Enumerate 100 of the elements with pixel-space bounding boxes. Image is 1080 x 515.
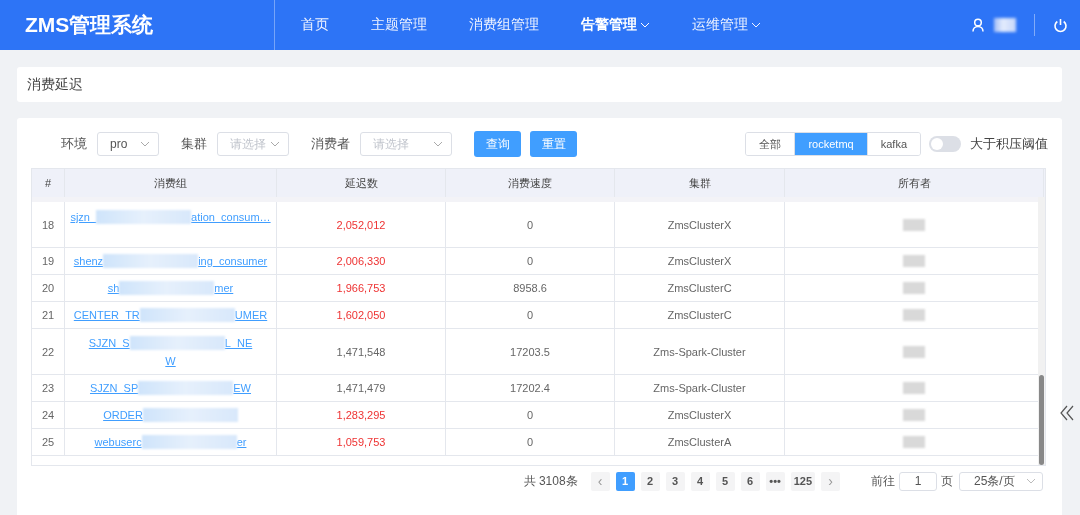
consumer-group-link[interactable]: mer [214, 282, 234, 294]
scrollbar[interactable] [1038, 197, 1045, 465]
filter-label: 集群 [181, 135, 207, 153]
redacted-owner [903, 282, 925, 294]
consumer-group-link[interactable]: shenz [73, 255, 104, 267]
page-button[interactable]: 6 [740, 471, 760, 491]
redacted-owner [903, 218, 925, 231]
page-title: 消费延迟 [27, 75, 83, 94]
prev-page-button[interactable]: ‹ [590, 471, 610, 491]
consume-speed: 0 [526, 255, 534, 267]
chevron-down-icon [640, 22, 650, 28]
consumer-group-link[interactable]: SJZN_S [88, 337, 130, 349]
action-button[interactable]: 重置 [530, 131, 577, 157]
consumer-group-link[interactable]: EW [233, 382, 251, 394]
consume-speed: 0 [526, 409, 534, 421]
cluster-name: ZmsClusterC [667, 309, 732, 321]
redacted-owner [903, 409, 925, 421]
consumer-group-link[interactable]: sjzn_ [70, 211, 97, 223]
nav-item[interactable]: 运维管理 [692, 16, 761, 34]
goto-label: 前往 [871, 472, 895, 490]
row-index: 23 [41, 382, 55, 394]
consumer-group-link[interactable]: er [236, 436, 247, 448]
page-button[interactable]: 2 [640, 471, 660, 491]
select-field[interactable]: 请选择 [360, 132, 452, 156]
toggle-switch[interactable] [929, 136, 961, 152]
redacted-owner [903, 382, 925, 394]
segment-tab[interactable]: rocketmq [794, 133, 867, 155]
consumer-group-link[interactable]: ation_consum… [191, 211, 271, 223]
row-index: 21 [41, 309, 55, 321]
consumer-group-link[interactable]: ORDER [103, 409, 143, 421]
consume-speed: 17202.4 [510, 382, 550, 394]
lag-count: 1,471,479 [336, 382, 386, 394]
switch-label: 大于积压阈值 [970, 135, 1048, 153]
select-field[interactable]: pro [97, 132, 159, 156]
consume-speed: 17203.5 [510, 345, 550, 358]
page-input[interactable]: 1 [899, 471, 937, 491]
nav-item[interactable]: 消费组管理 [469, 16, 539, 34]
page-button[interactable]: 5 [715, 471, 735, 491]
consumer-group-link[interactable]: CENTER_TR [73, 309, 140, 321]
row-index: 24 [41, 409, 55, 421]
chevron-down-icon [751, 22, 761, 28]
page-unit-label: 页 [941, 472, 953, 490]
consumer-group-link[interactable]: W [165, 355, 176, 367]
power-icon[interactable] [1053, 17, 1068, 33]
consumer-group-link[interactable]: ing_consumer [198, 255, 268, 267]
page-button[interactable]: 3 [665, 471, 685, 491]
column-header: 集群 [688, 175, 711, 191]
page-button[interactable]: 1 [615, 471, 635, 491]
nav-item[interactable]: 告警管理 [581, 16, 650, 34]
consume-speed: 0 [526, 309, 534, 321]
page-button[interactable]: 125 [790, 471, 815, 491]
consume-speed: 0 [526, 218, 534, 231]
column-header: 所有者 [897, 175, 931, 191]
cluster-name: ZmsClusterX [667, 218, 732, 231]
cluster-name: ZmsClusterC [667, 282, 732, 294]
lag-count: 1,602,050 [336, 309, 386, 321]
filter-label: 消费者 [311, 135, 350, 153]
cluster-name: ZmsClusterX [667, 255, 732, 267]
app-title: ZMS管理系统 [0, 0, 275, 50]
cluster-name: ZmsClusterX [667, 409, 732, 421]
redacted-owner [903, 345, 925, 358]
redacted-owner [903, 436, 925, 448]
user-icon[interactable] [972, 18, 984, 32]
lag-count: 1,283,295 [336, 409, 386, 421]
lag-count: 2,006,330 [336, 255, 386, 267]
consumer-group-link[interactable]: webuserc [94, 436, 142, 448]
consumer-group-link[interactable]: UMER [234, 309, 268, 321]
nav-item[interactable]: 主题管理 [371, 16, 427, 34]
redacted-owner [903, 309, 925, 321]
consumer-group-link[interactable]: SJZN_SP [90, 382, 139, 394]
action-button[interactable]: 查询 [474, 131, 521, 157]
redacted-owner [903, 255, 925, 267]
row-index: 25 [41, 436, 55, 448]
lag-count: 2,052,012 [336, 218, 386, 231]
cluster-name: ZmsClusterA [667, 436, 732, 448]
page-size-select[interactable]: 25条/页 [959, 471, 1043, 491]
chevron-down-icon [433, 141, 443, 147]
chevron-down-icon [140, 141, 150, 147]
row-index: 22 [41, 345, 55, 358]
total-count: 共 3108条 [523, 472, 578, 490]
chevron-down-icon [1026, 478, 1036, 484]
consume-speed: 8958.6 [513, 282, 547, 294]
row-index: 18 [41, 218, 55, 231]
column-header: 消费组 [154, 175, 187, 191]
row-index: 19 [41, 255, 55, 267]
consumer-group-link[interactable]: L_NE [224, 337, 253, 349]
column-header: 延迟数 [344, 175, 378, 191]
lag-count: 1,471,548 [336, 345, 386, 358]
nav-item[interactable]: 首页 [301, 16, 329, 34]
next-page-button[interactable]: › [821, 471, 840, 491]
cluster-name: Zms-Spark-Cluster [653, 345, 746, 358]
cluster-name: Zms-Spark-Cluster [653, 382, 746, 394]
segment-tab[interactable]: kafka [866, 133, 920, 155]
double-chevron-left-icon[interactable] [1060, 404, 1074, 422]
page-button[interactable]: ••• [765, 471, 785, 491]
lag-count: 1,966,753 [336, 282, 386, 294]
consumer-group-link[interactable]: sh [107, 282, 120, 294]
select-field[interactable]: 请选择 [217, 132, 289, 156]
page-button[interactable]: 4 [690, 471, 710, 491]
chevron-down-icon [270, 141, 280, 147]
